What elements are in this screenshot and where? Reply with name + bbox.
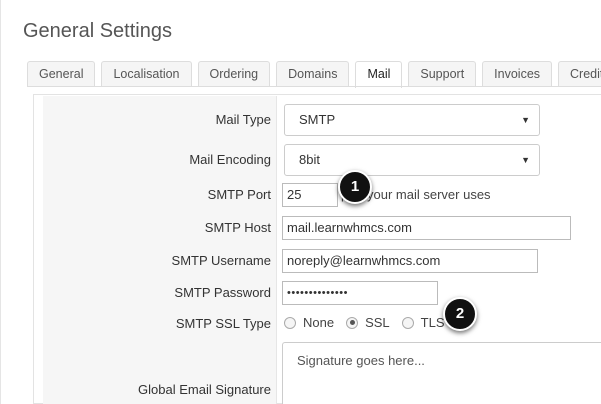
ssl-tls-radio[interactable] xyxy=(401,316,414,329)
callout-badge-2: 2 xyxy=(443,297,477,331)
tab-mail[interactable]: Mail xyxy=(355,61,403,88)
tab-localisation[interactable]: Localisation xyxy=(101,61,192,87)
tab-domains[interactable]: Domains xyxy=(276,61,350,87)
mail-type-value: SMTP xyxy=(299,112,336,127)
tab-ordering[interactable]: Ordering xyxy=(197,61,271,87)
ssl-ssl-radio[interactable] xyxy=(346,316,359,329)
callout-badge-1: 1 xyxy=(338,170,372,204)
mail-type-select[interactable]: SMTP ▼ xyxy=(284,104,540,136)
global-email-signature-label: Global Email Signature xyxy=(138,382,271,397)
mail-encoding-label: Mail Encoding xyxy=(189,152,271,167)
tab-divider xyxy=(27,86,601,87)
chevron-down-icon: ▼ xyxy=(521,115,530,125)
ssl-ssl-label[interactable]: SSL xyxy=(365,315,390,330)
ssl-none-radio[interactable] xyxy=(284,316,296,329)
tab-credit[interactable]: Credit xyxy=(558,61,601,87)
settings-tabs: General Localisation Ordering Domains Ma… xyxy=(27,61,601,88)
smtp-port-label: SMTP Port xyxy=(207,187,271,202)
ssl-none-label[interactable]: None xyxy=(303,315,334,330)
smtp-port-input[interactable]: 25 xyxy=(282,183,338,207)
tab-invoices[interactable]: Invoices xyxy=(482,61,553,87)
global-email-signature-textarea[interactable]: Signature goes here... xyxy=(282,342,601,404)
smtp-password-label: SMTP Password xyxy=(174,285,271,300)
smtp-password-input[interactable]: •••••••••••••• xyxy=(282,281,438,305)
mail-encoding-value: 8bit xyxy=(299,152,320,167)
smtp-username-input[interactable]: noreply@learnwhmcs.com xyxy=(282,249,538,273)
smtp-ssl-type-label: SMTP SSL Type xyxy=(175,316,271,331)
smtp-host-label: SMTP Host xyxy=(204,220,271,235)
tab-support[interactable]: Support xyxy=(408,61,477,87)
smtp-host-input[interactable]: mail.learnwhmcs.com xyxy=(282,216,571,240)
chevron-down-icon: ▼ xyxy=(521,155,530,165)
page-title: General Settings xyxy=(23,20,172,42)
mail-type-label: Mail Type xyxy=(215,112,271,127)
smtp-username-label: SMTP Username xyxy=(171,253,271,268)
mail-encoding-select[interactable]: 8bit ▼ xyxy=(284,144,540,176)
smtp-ssl-type-radio-group: None SSL TLS xyxy=(284,315,457,330)
settings-window: General Settings General Localisation Or… xyxy=(0,0,601,404)
ssl-tls-label[interactable]: TLS xyxy=(421,315,445,330)
tab-general[interactable]: General xyxy=(27,61,96,87)
label-column xyxy=(43,96,277,404)
